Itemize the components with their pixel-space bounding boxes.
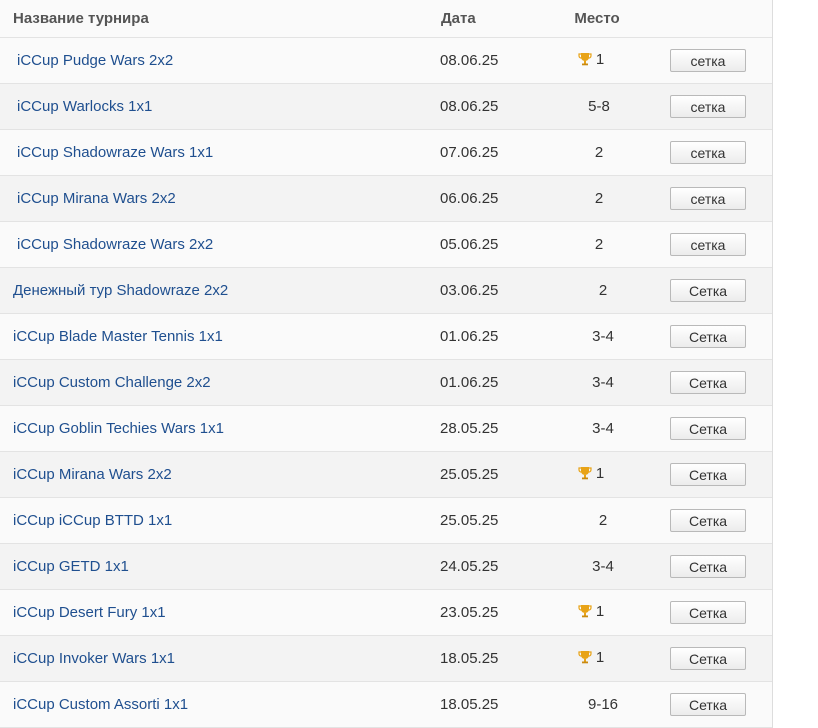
tournament-place: 1 [560, 649, 638, 669]
tournament-place: 3-4 [592, 328, 614, 345]
tournament-date: 08.06.25 [440, 52, 499, 69]
column-header-name: Название турнира [13, 10, 149, 27]
tournament-link[interactable]: iCCup Custom Assorti 1x1 [13, 696, 188, 713]
tournament-place: 2 [598, 282, 608, 299]
tournament-link[interactable]: iCCup Mirana Wars 2x2 [13, 190, 176, 207]
tournament-link[interactable]: iCCup Mirana Wars 2x2 [13, 466, 172, 483]
bracket-button[interactable]: Сетка [670, 325, 746, 348]
tournament-link[interactable]: Денежный тур Shadowraze 2x2 [13, 282, 228, 299]
place-value: 1 [595, 464, 605, 482]
table-row: iCCup Invoker Wars 1x1 18.05.25 1 Сетка [0, 636, 772, 682]
table-row: iCCup Shadowraze Wars 1x1 07.06.25 2 сет… [0, 130, 772, 176]
bracket-button[interactable]: сетка [670, 187, 746, 210]
tournament-date: 25.05.25 [440, 466, 499, 483]
tournament-date: 24.05.25 [440, 558, 499, 575]
table-row: iCCup Custom Assorti 1x1 18.05.25 9-16 С… [0, 682, 772, 728]
bracket-button[interactable]: Сетка [670, 279, 746, 302]
bracket-button[interactable]: сетка [670, 49, 746, 72]
bracket-button[interactable]: Сетка [670, 509, 746, 532]
place-value: 1 [595, 50, 605, 68]
table-row: iCCup Warlocks 1x1 08.06.25 5-8 сетка [0, 84, 772, 130]
tournament-date: 06.06.25 [440, 190, 499, 207]
tournament-place: 3-4 [592, 374, 614, 391]
table-row: iCCup Goblin Techies Wars 1x1 28.05.25 3… [0, 406, 772, 452]
tournament-place: 3-4 [592, 558, 614, 575]
tournament-link[interactable]: iCCup Pudge Wars 2x2 [13, 52, 173, 69]
bracket-button[interactable]: Сетка [670, 647, 746, 670]
tournament-place: 1 [560, 465, 638, 485]
table-row: Денежный тур Shadowraze 2x2 03.06.25 2 С… [0, 268, 772, 314]
table-row: iCCup GETD 1x1 24.05.25 3-4 Сетка [0, 544, 772, 590]
tournament-place: 2 [598, 512, 608, 529]
table-row: iCCup Pudge Wars 2x2 08.06.25 1 сетка [0, 38, 772, 84]
tournament-place: 1 [560, 51, 638, 71]
tournament-date: 23.05.25 [440, 604, 499, 621]
tournament-date: 18.05.25 [440, 696, 499, 713]
tournament-date: 25.05.25 [440, 512, 499, 529]
tournament-place: 2 [594, 236, 604, 253]
bracket-button[interactable]: сетка [670, 233, 746, 256]
trophy-icon [578, 467, 592, 480]
tournament-date: 05.06.25 [440, 236, 499, 253]
bracket-button[interactable]: Сетка [670, 371, 746, 394]
table-row: iCCup Mirana Wars 2x2 06.06.25 2 сетка [0, 176, 772, 222]
tournament-link[interactable]: iCCup Blade Master Tennis 1x1 [13, 328, 223, 345]
table-row: iCCup Blade Master Tennis 1x1 01.06.25 3… [0, 314, 772, 360]
tournament-date: 28.05.25 [440, 420, 499, 437]
bracket-button[interactable]: Сетка [670, 417, 746, 440]
tournament-link[interactable]: iCCup Desert Fury 1x1 [13, 604, 166, 621]
table-row: iCCup Desert Fury 1x1 23.05.25 1 Сетка [0, 590, 772, 636]
tournament-link[interactable]: iCCup iCCup BTTD 1x1 [13, 512, 172, 529]
column-header-place: Место [574, 10, 620, 27]
tournament-link[interactable]: iCCup Shadowraze Wars 1x1 [13, 144, 213, 161]
tournament-link[interactable]: iCCup GETD 1x1 [13, 558, 129, 575]
tournament-link[interactable]: iCCup Invoker Wars 1x1 [13, 650, 175, 667]
table-row: iCCup Custom Challenge 2x2 01.06.25 3-4 … [0, 360, 772, 406]
tournament-link[interactable]: iCCup Custom Challenge 2x2 [13, 374, 211, 391]
table-header: Название турнира Дата Место [0, 0, 772, 38]
tournament-date: 01.06.25 [440, 328, 499, 345]
bracket-button[interactable]: Сетка [670, 555, 746, 578]
column-header-date: Дата [441, 10, 476, 27]
tournament-link[interactable]: iCCup Warlocks 1x1 [13, 98, 152, 115]
table-row: iCCup iCCup BTTD 1x1 25.05.25 2 Сетка [0, 498, 772, 544]
trophy-icon [578, 53, 592, 66]
bracket-button[interactable]: сетка [670, 141, 746, 164]
tournament-place: 1 [560, 603, 638, 623]
tournament-place: 2 [594, 190, 604, 207]
tournament-link[interactable]: iCCup Goblin Techies Wars 1x1 [13, 420, 224, 437]
tournament-date: 01.06.25 [440, 374, 499, 391]
bracket-button[interactable]: Сетка [670, 463, 746, 486]
bracket-button[interactable]: Сетка [670, 693, 746, 716]
tournament-date: 03.06.25 [440, 282, 499, 299]
table-row: iCCup Mirana Wars 2x2 25.05.25 1 Сетка [0, 452, 772, 498]
tournament-place: 3-4 [592, 420, 614, 437]
bracket-button[interactable]: сетка [670, 95, 746, 118]
trophy-icon [578, 651, 592, 664]
tournament-place: 2 [594, 144, 604, 161]
tournament-history-table: Название турнира Дата Место iCCup Pudge … [0, 0, 773, 728]
table-row: iCCup Shadowraze Wars 2x2 05.06.25 2 сет… [0, 222, 772, 268]
trophy-icon [578, 605, 592, 618]
place-value: 1 [595, 648, 605, 666]
tournament-date: 18.05.25 [440, 650, 499, 667]
tournament-link[interactable]: iCCup Shadowraze Wars 2x2 [13, 236, 213, 253]
tournament-place: 9-16 [587, 696, 619, 713]
tournament-date: 08.06.25 [440, 98, 499, 115]
bracket-button[interactable]: Сетка [670, 601, 746, 624]
tournament-place: 5-8 [588, 98, 610, 115]
tournament-date: 07.06.25 [440, 144, 499, 161]
place-value: 1 [595, 602, 605, 620]
